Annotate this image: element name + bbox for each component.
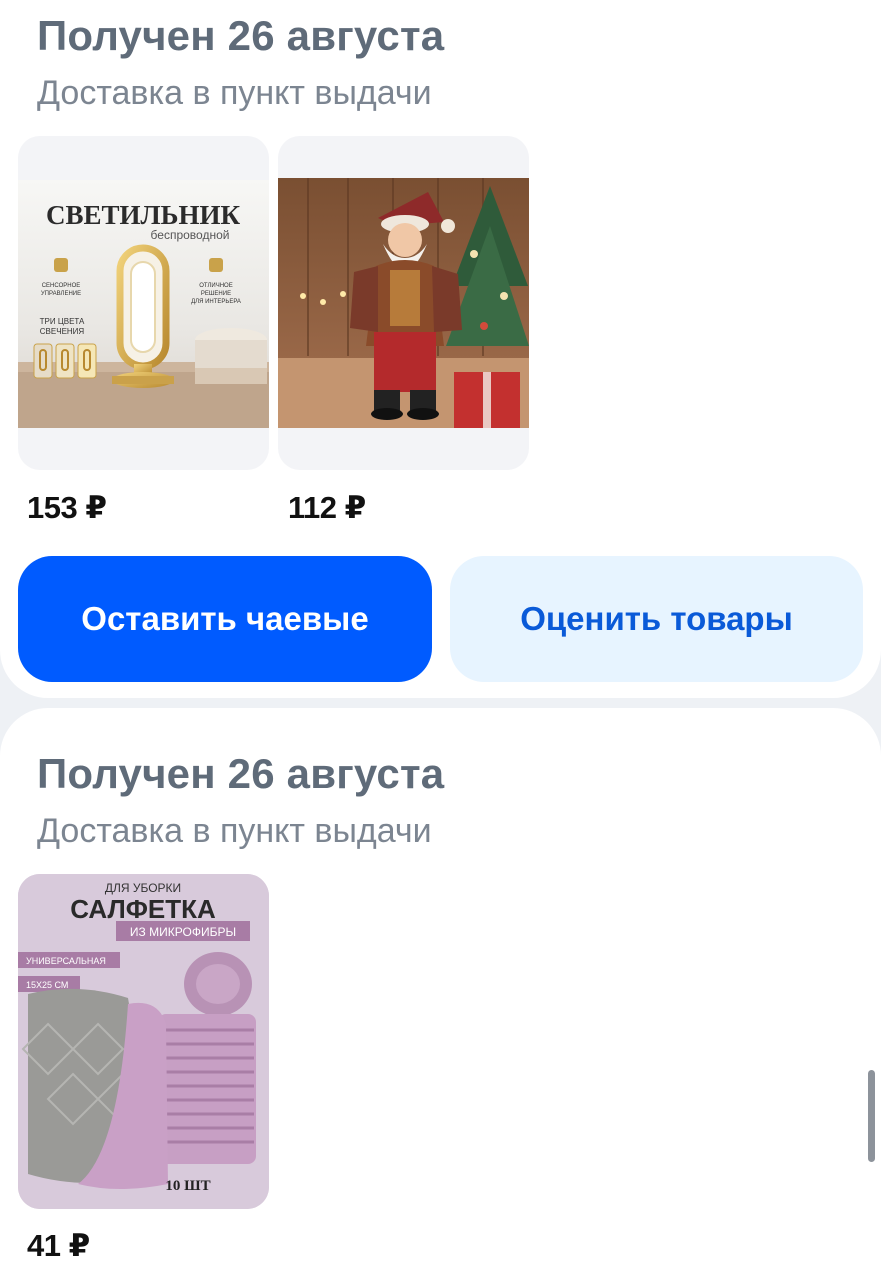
- scrollbar[interactable]: [868, 1070, 875, 1162]
- order-card[interactable]: Получен 26 августа Доставка в пункт выда…: [0, 0, 881, 698]
- svg-text:РЕШЕНИЕ: РЕШЕНИЕ: [201, 291, 231, 297]
- interior-icon: [209, 258, 223, 272]
- order-status-title: Получен 26 августа: [37, 12, 445, 59]
- lamp-subheading: беспроводной: [151, 228, 230, 242]
- order-status-title: Получен 26 августа: [37, 750, 445, 797]
- svg-text:15X25 СМ: 15X25 СМ: [26, 980, 68, 990]
- product-price: 153 ₽: [27, 490, 107, 525]
- orders-page: Получен 26 августа Доставка в пункт выда…: [0, 0, 881, 1280]
- product-thumbnail-santa[interactable]: [278, 136, 529, 470]
- cloth-product-image: ДЛЯ УБОРКИ САЛФЕТКА ИЗ МИКРОФИБРЫ УНИВЕР…: [18, 874, 269, 1209]
- product-price: 41 ₽: [27, 1228, 90, 1263]
- lamp-heading: СВЕТИЛЬНИК: [46, 200, 240, 230]
- product-thumbnail-cloth[interactable]: ДЛЯ УБОРКИ САЛФЕТКА ИЗ МИКРОФИБРЫ УНИВЕР…: [18, 874, 269, 1209]
- svg-text:ИЗ МИКРОФИБРЫ: ИЗ МИКРОФИБРЫ: [130, 925, 236, 939]
- cloth-heading: САЛФЕТКА: [70, 894, 216, 924]
- svg-text:ДЛЯ ИНТЕРЬЕРА: ДЛЯ ИНТЕРЬЕРА: [191, 299, 241, 305]
- leave-tip-button[interactable]: Оставить чаевые: [18, 556, 432, 682]
- svg-text:СЕНСОРНОЕ: СЕНСОРНОЕ: [42, 283, 81, 289]
- cloth-count-text: 10 ШТ: [165, 1178, 210, 1194]
- rate-products-button[interactable]: Оценить товары: [450, 556, 863, 682]
- product-thumbnail-lamp[interactable]: СВЕТИЛЬНИК беспроводной СЕНСОРНОЕ УПРАВЛ…: [18, 136, 269, 470]
- santa-product-image: [278, 178, 529, 428]
- delivery-method: Доставка в пункт выдачи: [37, 74, 432, 112]
- cloth-stack: [158, 1014, 256, 1164]
- delivery-method: Доставка в пункт выдачи: [37, 812, 432, 850]
- svg-text:СВЕЧЕНИЯ: СВЕЧЕНИЯ: [40, 327, 85, 336]
- svg-text:ОТЛИЧНОЕ: ОТЛИЧНОЕ: [199, 283, 232, 289]
- touch-icon: [54, 258, 68, 272]
- order-card[interactable]: Получен 26 августа Доставка в пункт выда…: [0, 708, 881, 1280]
- product-price: 112 ₽: [288, 490, 366, 525]
- svg-text:ТРИ ЦВЕТА: ТРИ ЦВЕТА: [40, 317, 85, 326]
- svg-text:УНИВЕРСАЛЬНАЯ: УНИВЕРСАЛЬНАЯ: [26, 956, 106, 966]
- cloth-top-text: ДЛЯ УБОРКИ: [105, 881, 181, 895]
- lamp-product-image: СВЕТИЛЬНИК беспроводной СЕНСОРНОЕ УПРАВЛ…: [18, 180, 269, 428]
- svg-text:УПРАВЛЕНИЕ: УПРАВЛЕНИЕ: [41, 291, 81, 297]
